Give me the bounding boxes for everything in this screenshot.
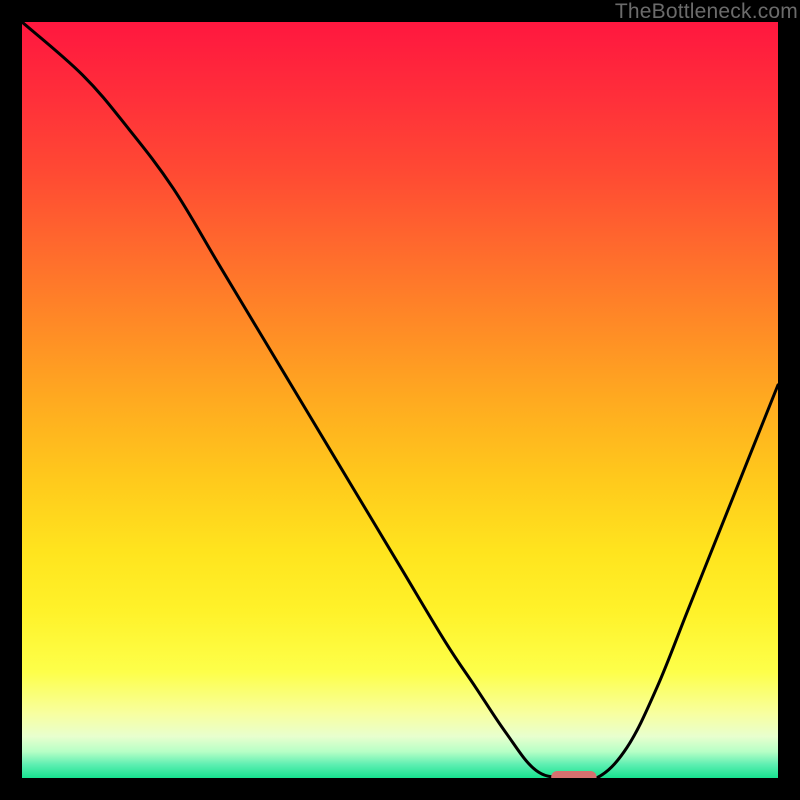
chart-svg	[22, 22, 778, 778]
chart-frame	[22, 22, 778, 778]
watermark-label: TheBottleneck.com	[615, 0, 798, 24]
optimum-marker	[551, 771, 596, 778]
